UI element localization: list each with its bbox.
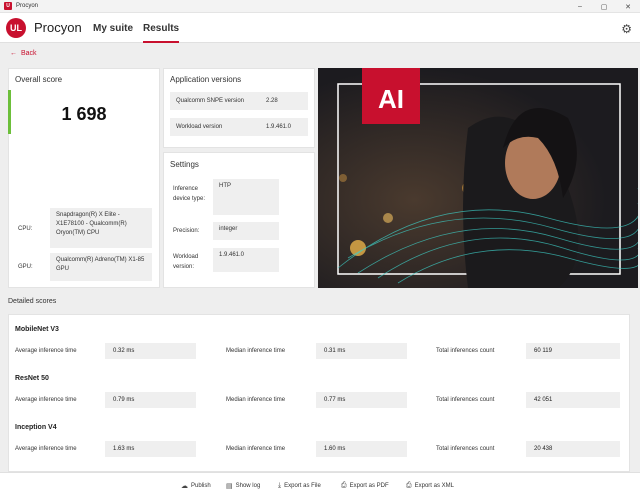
metric-label: Total inferences count [436, 348, 495, 354]
metric-label: Average inference time [15, 397, 77, 403]
show-log-button[interactable]: ▤ Show log [226, 482, 260, 490]
maximize-button[interactable]: ▢ [592, 0, 616, 13]
export-file-label: Export as File [284, 483, 321, 489]
metric-value: 1.63 ms [105, 441, 196, 457]
minimize-button[interactable]: – [568, 0, 592, 13]
metric-label: Average inference time [15, 446, 77, 452]
tab-my-suite[interactable]: My suite [93, 23, 133, 34]
export-xml-button[interactable]: ⎙ Export as XML [406, 482, 454, 490]
download-icon: ⤓ [278, 482, 282, 489]
metric-value: 1.60 ms [316, 441, 407, 457]
metric-label: Median inference time [226, 348, 286, 354]
window-title: Procyon [16, 3, 39, 9]
cloud-upload-icon: ☁ [181, 483, 188, 490]
export-pdf-button[interactable]: ⎙ Export as PDF [341, 482, 389, 490]
precision-label: Precision: [173, 228, 200, 234]
overall-score-title: Overall score [15, 75, 63, 84]
log-icon: ▤ [226, 483, 233, 490]
show-log-label: Show log [235, 483, 261, 489]
metric-value: 60 119 [526, 343, 620, 359]
inference-device-value: HTP [213, 179, 279, 215]
xml-icon: ⎙ [406, 482, 412, 489]
publish-button[interactable]: ☁ Publish [181, 482, 211, 490]
detailed-scores-title: Detailed scores [8, 298, 57, 305]
settings-title: Settings [170, 160, 199, 169]
export-file-button[interactable]: ⤓ Export as File [278, 482, 321, 490]
cpu-value: Snapdragon(R) X Elite - X1E78100 - Qualc… [50, 208, 152, 248]
app-header: UL Procyon My suite Results ⚙ [0, 13, 640, 43]
arrow-left-icon: ← [10, 50, 17, 57]
snpe-version-label: Qualcomm SNPE version [176, 98, 245, 104]
window-titlebar: U Procyon – ▢ ✕ [0, 0, 640, 13]
back-label: Back [21, 50, 37, 57]
workload-version-row: Workload version 1.9.461.0 [170, 118, 308, 136]
score-group-name: ResNet 50 [15, 375, 49, 382]
workload-version-setting-label: Workload version: [173, 254, 199, 270]
workload-version-label: Workload version [176, 124, 223, 130]
gpu-label: GPU: [18, 264, 33, 270]
export-xml-label: Export as XML [414, 483, 454, 489]
publish-label: Publish [191, 483, 211, 489]
metric-label: Total inferences count [436, 446, 495, 452]
precision-value: integer [213, 222, 279, 240]
overall-score-value: 1 698 [61, 104, 107, 124]
export-pdf-label: Export as PDF [349, 483, 389, 489]
metric-label: Average inference time [15, 348, 77, 354]
footer-bar: ☁ Publish ▤ Show log ⤓ Export as File ⎙ … [0, 472, 640, 498]
workload-version-value: 1.9.461.0 [266, 124, 292, 130]
brand-name: Procyon [34, 20, 82, 35]
metric-value: 0.32 ms [105, 343, 196, 359]
snpe-version-row: Qualcomm SNPE version 2.28 [170, 92, 308, 110]
metric-value: 20 438 [526, 441, 620, 457]
metric-value: 42 051 [526, 392, 620, 408]
back-button[interactable]: ← Back [10, 50, 37, 57]
gear-icon[interactable]: ⚙ [621, 22, 632, 36]
snpe-version-value: 2.28 [266, 98, 278, 104]
workload-version-setting-value: 1.9.461.0 [213, 248, 279, 272]
pdf-icon: ⎙ [341, 482, 347, 489]
metric-label: Median inference time [226, 397, 286, 403]
inference-device-label: Inference device type: [173, 186, 206, 202]
metric-label: Total inferences count [436, 397, 495, 403]
cpu-label: CPU: [18, 226, 33, 232]
metric-value: 0.79 ms [105, 392, 196, 408]
hero-illustration: AI [318, 68, 638, 288]
score-group-name: Inception V4 [15, 424, 57, 431]
close-window-button[interactable]: ✕ [616, 0, 640, 13]
metric-value: 0.77 ms [316, 392, 407, 408]
score-group-name: MobileNet V3 [15, 326, 59, 333]
tab-results[interactable]: Results [143, 23, 180, 43]
hero-ai-logo: AI [378, 84, 404, 114]
gpu-value: Qualcomm(R) Adreno(TM) X1-85 GPU [50, 253, 152, 281]
ul-app-icon: U [4, 2, 12, 10]
metric-label: Median inference time [226, 446, 286, 452]
hero-image: AI [318, 68, 638, 288]
metric-value: 0.31 ms [316, 343, 407, 359]
app-versions-title: Application versions [170, 75, 242, 84]
ul-logo: UL [6, 18, 26, 38]
